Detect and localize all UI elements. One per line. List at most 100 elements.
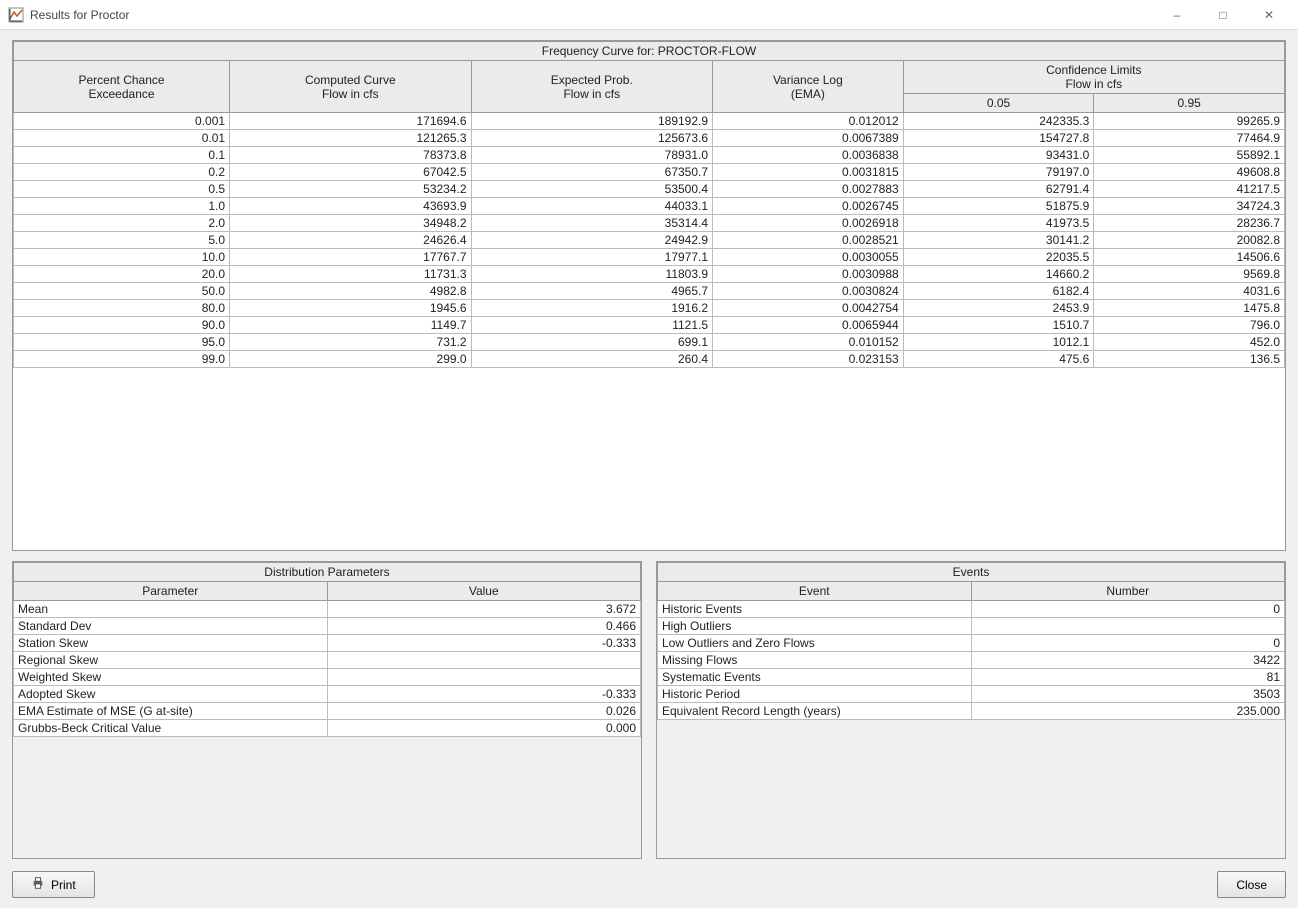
table-row[interactable]: EMA Estimate of MSE (G at-site)0.026 — [14, 703, 641, 720]
cell-cl05: 30141.2 — [903, 232, 1094, 249]
cell-event: Low Outliers and Zero Flows — [658, 635, 972, 652]
cell-event: Equivalent Record Length (years) — [658, 703, 972, 720]
cell-cl95: 28236.7 — [1094, 215, 1285, 232]
cell-value: 0.000 — [327, 720, 641, 737]
frequency-table: Percent Chance Exceedance Computed Curve… — [13, 60, 1285, 368]
cell-param: Grubbs-Beck Critical Value — [14, 720, 328, 737]
events-table: Event Number Historic Events0High Outlie… — [657, 581, 1285, 720]
cell-cl95: 9569.8 — [1094, 266, 1285, 283]
distribution-table: Parameter Value Mean3.672Standard Dev0.4… — [13, 581, 641, 737]
table-row[interactable]: 90.01149.71121.50.00659441510.7796.0 — [14, 317, 1285, 334]
cell-var: 0.0026918 — [713, 215, 904, 232]
col-number: Number — [971, 582, 1285, 601]
cell-exp: 1121.5 — [471, 317, 712, 334]
table-row[interactable]: 80.01945.61916.20.00427542453.91475.8 — [14, 300, 1285, 317]
table-row[interactable]: 0.01121265.3125673.60.0067389154727.8774… — [14, 130, 1285, 147]
cell-cl05: 14660.2 — [903, 266, 1094, 283]
window-controls: – □ ✕ — [1154, 0, 1292, 30]
cell-pct: 95.0 — [14, 334, 230, 351]
cell-exp: 35314.4 — [471, 215, 712, 232]
table-row[interactable]: High Outliers — [658, 618, 1285, 635]
cell-number: 3422 — [971, 652, 1285, 669]
maximize-button[interactable]: □ — [1200, 0, 1246, 30]
table-row[interactable]: 10.017767.717977.10.003005522035.514506.… — [14, 249, 1285, 266]
table-row[interactable]: Adopted Skew-0.333 — [14, 686, 641, 703]
cell-comp: 1945.6 — [230, 300, 471, 317]
cell-exp: 1916.2 — [471, 300, 712, 317]
cell-comp: 67042.5 — [230, 164, 471, 181]
cell-comp: 17767.7 — [230, 249, 471, 266]
cell-pct: 0.5 — [14, 181, 230, 198]
table-row[interactable]: Regional Skew — [14, 652, 641, 669]
table-row[interactable]: 1.043693.944033.10.002674551875.934724.3 — [14, 198, 1285, 215]
print-button[interactable]: Print — [12, 871, 95, 898]
cell-pct: 50.0 — [14, 283, 230, 300]
table-row[interactable]: Historic Events0 — [658, 601, 1285, 618]
table-row[interactable]: Station Skew-0.333 — [14, 635, 641, 652]
table-row[interactable]: Missing Flows3422 — [658, 652, 1285, 669]
cell-pct: 20.0 — [14, 266, 230, 283]
close-button[interactable]: Close — [1217, 871, 1286, 898]
distribution-caption: Distribution Parameters — [13, 562, 641, 581]
cell-param: Weighted Skew — [14, 669, 328, 686]
table-row[interactable]: 20.011731.311803.90.003098814660.29569.8 — [14, 266, 1285, 283]
cell-cl95: 4031.6 — [1094, 283, 1285, 300]
table-row[interactable]: Equivalent Record Length (years)235.000 — [658, 703, 1285, 720]
cell-value: 3.672 — [327, 601, 641, 618]
table-row[interactable]: Low Outliers and Zero Flows0 — [658, 635, 1285, 652]
events-caption: Events — [657, 562, 1285, 581]
table-row[interactable]: Historic Period3503 — [658, 686, 1285, 703]
table-row[interactable]: 95.0731.2699.10.0101521012.1452.0 — [14, 334, 1285, 351]
table-row[interactable]: Standard Dev0.466 — [14, 618, 641, 635]
cell-pct: 0.001 — [14, 113, 230, 130]
cell-exp: 53500.4 — [471, 181, 712, 198]
table-row[interactable]: 5.024626.424942.90.002852130141.220082.8 — [14, 232, 1285, 249]
cell-comp: 731.2 — [230, 334, 471, 351]
cell-comp: 24626.4 — [230, 232, 471, 249]
close-window-button[interactable]: ✕ — [1246, 0, 1292, 30]
cell-comp: 4982.8 — [230, 283, 471, 300]
table-row[interactable]: 0.178373.878931.00.003683893431.055892.1 — [14, 147, 1285, 164]
cell-pct: 80.0 — [14, 300, 230, 317]
cell-param: Adopted Skew — [14, 686, 328, 703]
cell-cl05: 475.6 — [903, 351, 1094, 368]
col-parameter: Parameter — [14, 582, 328, 601]
cell-event: High Outliers — [658, 618, 972, 635]
table-row[interactable]: 0.267042.567350.70.003181579197.049608.8 — [14, 164, 1285, 181]
table-row[interactable]: Mean3.672 — [14, 601, 641, 618]
cell-cl95: 136.5 — [1094, 351, 1285, 368]
cell-exp: 699.1 — [471, 334, 712, 351]
col-value: Value — [327, 582, 641, 601]
cell-pct: 0.1 — [14, 147, 230, 164]
cell-var: 0.0030055 — [713, 249, 904, 266]
titlebar: Results for Proctor – □ ✕ — [0, 0, 1298, 30]
cell-comp: 299.0 — [230, 351, 471, 368]
col-computed: Computed Curve Flow in cfs — [230, 61, 471, 113]
table-row[interactable]: Weighted Skew — [14, 669, 641, 686]
table-row[interactable]: 99.0299.0260.40.023153475.6136.5 — [14, 351, 1285, 368]
table-row[interactable]: 0.001171694.6189192.90.012012242335.3992… — [14, 113, 1285, 130]
minimize-button[interactable]: – — [1154, 0, 1200, 30]
cell-exp: 44033.1 — [471, 198, 712, 215]
cell-pct: 1.0 — [14, 198, 230, 215]
cell-cl95: 14506.6 — [1094, 249, 1285, 266]
events-panel: Events Event Number Historic Events0High… — [656, 561, 1286, 859]
printer-icon — [31, 876, 45, 893]
cell-pct: 5.0 — [14, 232, 230, 249]
table-row[interactable]: Grubbs-Beck Critical Value0.000 — [14, 720, 641, 737]
col-cl05: 0.05 — [903, 94, 1094, 113]
table-row[interactable]: Systematic Events81 — [658, 669, 1285, 686]
cell-param: Mean — [14, 601, 328, 618]
cell-var: 0.0065944 — [713, 317, 904, 334]
table-row[interactable]: 2.034948.235314.40.002691841973.528236.7 — [14, 215, 1285, 232]
cell-number: 3503 — [971, 686, 1285, 703]
table-row[interactable]: 50.04982.84965.70.00308246182.44031.6 — [14, 283, 1285, 300]
cell-cl05: 1510.7 — [903, 317, 1094, 334]
cell-cl95: 452.0 — [1094, 334, 1285, 351]
cell-param: Standard Dev — [14, 618, 328, 635]
cell-var: 0.0031815 — [713, 164, 904, 181]
table-row[interactable]: 0.553234.253500.40.002788362791.441217.5 — [14, 181, 1285, 198]
cell-var: 0.0026745 — [713, 198, 904, 215]
cell-param: Station Skew — [14, 635, 328, 652]
frequency-table-wrap[interactable]: Percent Chance Exceedance Computed Curve… — [13, 60, 1285, 550]
